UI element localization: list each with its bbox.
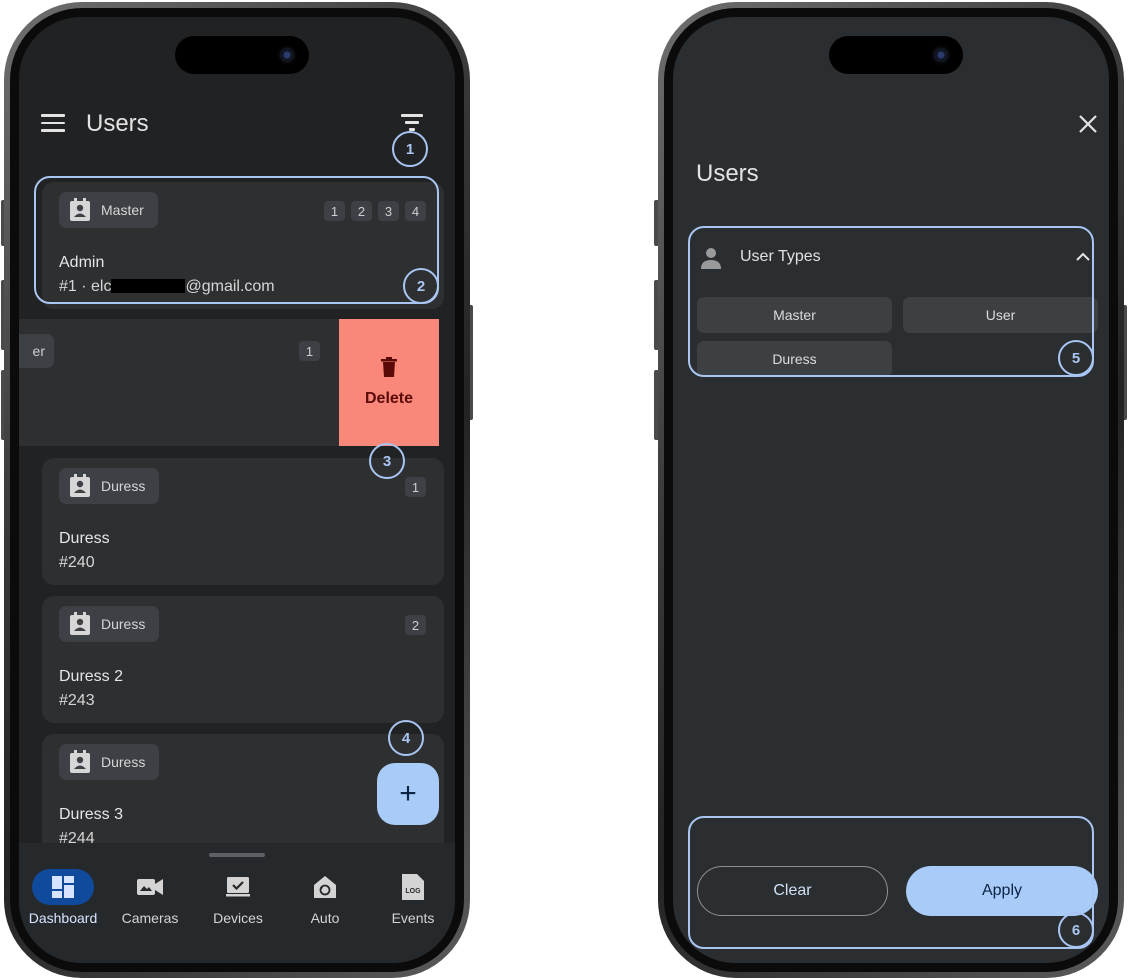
users-list-screen: Users Master 1 2 3 4 Admin #1 · elc @gmai… (19, 17, 455, 963)
slot-list: 2 (405, 615, 426, 635)
dynamic-island (829, 36, 963, 74)
slot-badge: 1 (405, 477, 426, 497)
user-type-chip: Duress (59, 606, 160, 642)
nav-item-dashboard[interactable]: Dashboard (23, 869, 103, 926)
slot-list: 1 (405, 477, 426, 497)
menu-icon[interactable] (41, 114, 65, 132)
dynamic-island (175, 36, 309, 74)
user-type-chip: er (19, 334, 54, 368)
nav-item-auto[interactable]: Auto (285, 869, 365, 926)
nav-label: Events (391, 910, 435, 926)
callout-box-user-types (688, 226, 1094, 377)
automation-icon (285, 869, 365, 905)
delete-label: Delete (364, 390, 414, 407)
filter-title: Users (696, 160, 759, 187)
nav-item-cameras[interactable]: Cameras (110, 869, 190, 926)
annotation-badge: 1 (392, 131, 428, 167)
user-type-label: Duress (101, 754, 146, 770)
nav-label: Cameras (121, 910, 179, 926)
close-icon[interactable] (1078, 114, 1098, 134)
contact-badge-icon (69, 474, 91, 498)
callout-box-action-buttons (688, 816, 1094, 949)
user-name: Duress 2 (59, 668, 124, 685)
filter-icon[interactable] (401, 114, 425, 132)
camera-icon (110, 869, 190, 905)
annotation-badge: 4 (388, 720, 424, 756)
user-name: Duress 3 (59, 806, 124, 823)
nav-item-devices[interactable]: Devices (198, 869, 278, 926)
annotation-badge: 3 (369, 443, 405, 479)
nav-label: Auto (310, 910, 340, 926)
svg-text:LOG: LOG (405, 888, 421, 895)
slot-badge: 1 (299, 341, 320, 361)
nav-label: Devices (213, 910, 263, 926)
user-type-label: Duress (101, 616, 146, 632)
callout-box-user-card (34, 176, 439, 304)
user-card-duress-2[interactable]: Duress 2 Duress 2 #243 (42, 596, 444, 723)
dashboard-icon (32, 869, 94, 905)
user-type-chip: Duress (59, 744, 160, 780)
user-type-label: Duress (101, 478, 146, 494)
annotation-badge: 5 (1058, 340, 1094, 376)
drag-handle[interactable] (209, 853, 265, 857)
user-number: #240 (59, 554, 95, 571)
contact-badge-icon (69, 750, 91, 774)
user-name: Duress (59, 530, 110, 547)
log-icon: LOG (373, 869, 453, 905)
devices-icon (198, 869, 278, 905)
bottom-nav: Dashboard Cameras Devices Auto LOG Event… (19, 843, 455, 963)
nav-label: Dashboard (28, 910, 98, 926)
contact-badge-icon (69, 612, 91, 636)
nav-item-events[interactable]: LOG Events (373, 869, 453, 926)
slot-badge: 2 (405, 615, 426, 635)
user-number: #243 (59, 692, 95, 709)
trash-icon (381, 357, 397, 382)
user-type-chip: Duress (59, 468, 160, 504)
delete-button[interactable]: Delete (339, 319, 439, 446)
annotation-badge: 2 (403, 268, 439, 304)
swiped-user-row[interactable]: er 1 Delete (19, 319, 439, 446)
annotation-badge: 6 (1058, 912, 1094, 948)
page-title: Users (86, 110, 149, 137)
add-user-button[interactable]: + (377, 763, 439, 825)
